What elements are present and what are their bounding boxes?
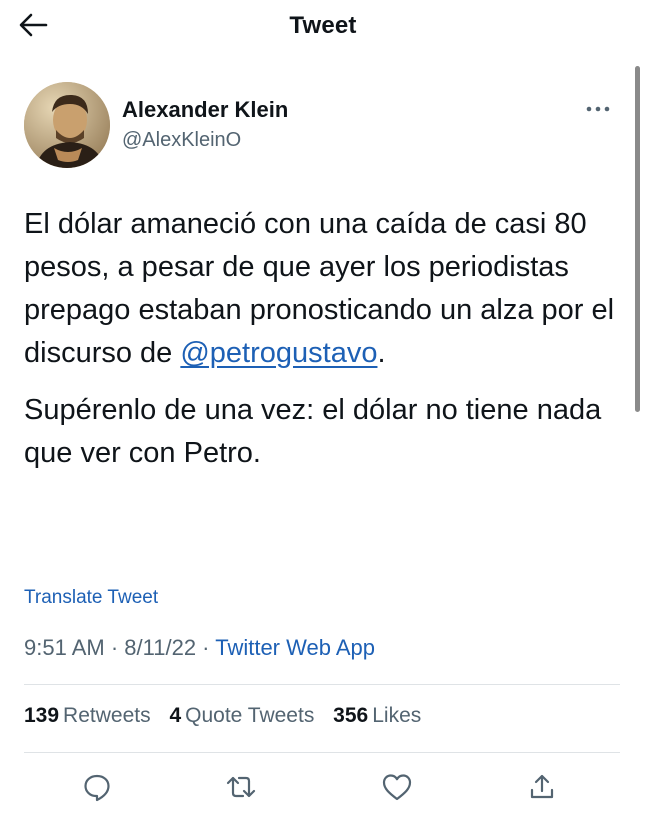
likes-label: Likes: [372, 704, 422, 727]
tweet-date[interactable]: 8/11/22: [124, 635, 196, 660]
likes-stat[interactable]: 356 Likes: [333, 704, 421, 728]
retweet-button[interactable]: [224, 772, 258, 806]
retweet-icon: [225, 772, 257, 807]
author-name[interactable]: Alexander Klein: [122, 97, 288, 123]
quote-tweets-stat[interactable]: 4 Quote Tweets: [169, 704, 314, 728]
action-bar: [0, 768, 646, 810]
tweet-metadata: 9:51 AM · 8/11/22 · Twitter Web App: [24, 635, 375, 661]
divider: [24, 752, 620, 753]
tweet-paragraph-suffix: .: [377, 337, 386, 369]
tweet-author: Alexander Klein @AlexKleinO: [24, 80, 614, 170]
tweet-time[interactable]: 9:51 AM: [24, 635, 105, 660]
mention-link[interactable]: @petrogustavo: [180, 337, 377, 369]
tweet-source-link[interactable]: Twitter Web App: [215, 635, 375, 660]
tweet-paragraph: El dólar amaneció con una caída de casi …: [24, 203, 624, 375]
author-handle[interactable]: @AlexKleinO: [122, 129, 241, 152]
meta-separator: ·: [196, 635, 216, 660]
page-title: Tweet: [289, 12, 357, 39]
header-bar: Tweet: [0, 0, 646, 54]
like-icon: [381, 772, 413, 807]
reply-button[interactable]: [80, 772, 114, 806]
more-options-button[interactable]: [582, 96, 614, 120]
retweets-label: Retweets: [63, 704, 151, 727]
quote-tweets-label: Quote Tweets: [185, 704, 315, 727]
likes-count: 356: [333, 704, 369, 727]
divider: [24, 684, 620, 685]
more-horizontal-icon: [586, 99, 610, 117]
retweets-count: 139: [24, 704, 60, 727]
quote-tweets-count: 4: [169, 704, 182, 727]
tweet-paragraph: Supérenlo de una vez: el dólar no tiene …: [24, 394, 602, 469]
translate-tweet-link[interactable]: Translate Tweet: [24, 587, 158, 609]
tweet-stats: 139 Retweets 4 Quote Tweets 356 Likes: [24, 704, 434, 728]
reply-icon: [82, 772, 112, 807]
avatar[interactable]: [24, 82, 110, 168]
meta-separator: ·: [104, 635, 125, 660]
share-button[interactable]: [525, 772, 559, 806]
tweet-text: El dólar amaneció con una caída de casi …: [24, 203, 624, 489]
share-icon: [527, 772, 557, 807]
retweets-stat[interactable]: 139 Retweets: [24, 704, 151, 728]
scrollbar[interactable]: [635, 66, 640, 412]
like-button[interactable]: [380, 772, 414, 806]
